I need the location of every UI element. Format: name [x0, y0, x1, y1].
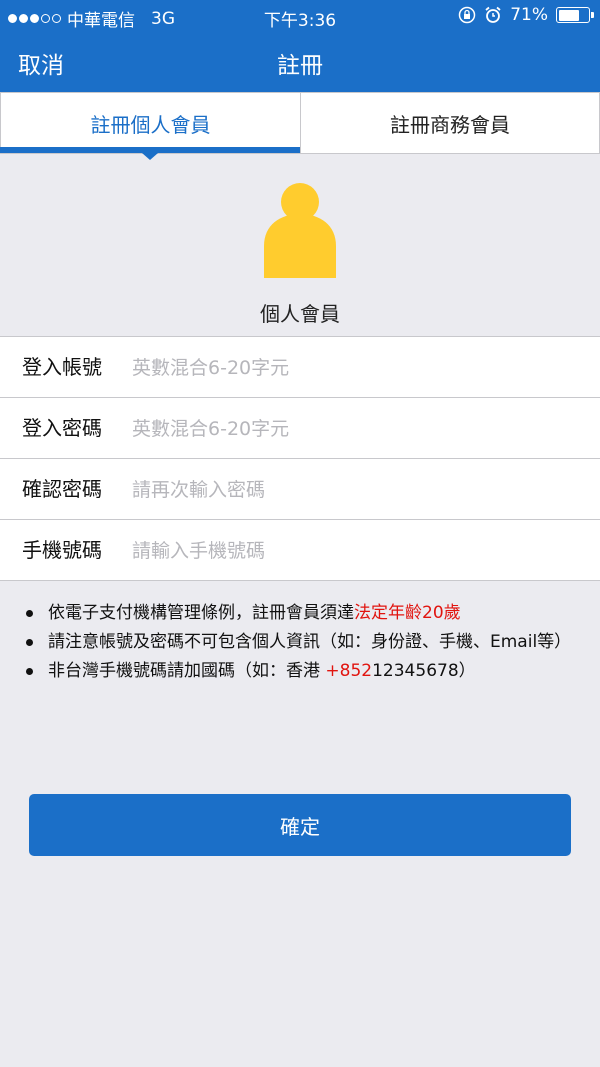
confirm-password-label: 確認密碼	[22, 477, 102, 501]
carrier-name: 中華電信	[67, 11, 135, 31]
phone-label: 手機號碼	[22, 538, 102, 562]
confirm-password-row: 確認密碼	[0, 459, 600, 520]
note-highlight: +852	[325, 661, 373, 681]
account-input[interactable]	[132, 349, 572, 387]
account-row: 登入帳號	[0, 337, 600, 398]
lock-rotation-icon	[458, 6, 476, 24]
registration-notes: 依電子支付機構管理條例，註冊會員須達法定年齡20歲 請注意帳號及密碼不可包含個人…	[22, 600, 587, 687]
status-right: 71%	[458, 5, 594, 25]
note-text: 請注意帳號及密碼不可包含個人資訊（如：身份證、手機、Email等）	[48, 632, 572, 652]
tab-personal-member[interactable]: 註冊個人會員	[0, 92, 300, 154]
app-header: 中華電信 3G 下午3:36 71% 取消 註冊	[0, 0, 600, 92]
note-highlight: 法定年齡20歲	[354, 603, 461, 623]
battery-level	[558, 9, 580, 21]
note-item: 請注意帳號及密碼不可包含個人資訊（如：身份證、手機、Email等）	[22, 629, 587, 655]
phone-input[interactable]	[132, 532, 572, 570]
confirm-button[interactable]: 確定	[29, 794, 571, 856]
battery-percent: 71%	[510, 5, 548, 25]
battery-icon	[556, 7, 594, 23]
signal-strength-icon	[8, 14, 61, 23]
note-text: 非台灣手機號碼請加國碼（如：香港	[48, 661, 326, 681]
network-type: 3G	[151, 8, 175, 29]
note-text: 依電子支付機構管理條例，註冊會員須達	[48, 603, 354, 623]
bullet-icon	[26, 639, 33, 646]
member-type-label: 個人會員	[260, 302, 340, 326]
bullet-icon	[26, 668, 33, 675]
registration-form: 登入帳號 登入密碼 確認密碼 手機號碼	[0, 336, 600, 581]
status-left: 中華電信 3G	[8, 6, 175, 31]
member-type-tabs: 註冊個人會員 註冊商務會員	[0, 92, 600, 160]
alarm-icon	[485, 6, 501, 23]
tab-business-member[interactable]: 註冊商務會員	[300, 92, 600, 154]
active-tab-pointer	[142, 153, 158, 160]
password-input[interactable]	[132, 410, 572, 448]
password-label: 登入密碼	[22, 416, 102, 440]
note-suffix: 12345678）	[372, 661, 476, 681]
note-item: 依電子支付機構管理條例，註冊會員須達法定年齡20歲	[22, 600, 587, 626]
person-icon	[264, 183, 336, 278]
cancel-button[interactable]: 取消	[18, 46, 64, 80]
phone-row: 手機號碼	[0, 520, 600, 581]
password-row: 登入密碼	[0, 398, 600, 459]
note-item: 非台灣手機號碼請加國碼（如：香港 +85212345678）	[22, 658, 587, 684]
confirm-password-input[interactable]	[132, 471, 572, 509]
page-title: 註冊	[277, 53, 323, 79]
bullet-icon	[26, 610, 33, 617]
account-label: 登入帳號	[22, 355, 102, 379]
status-bar: 中華電信 3G 下午3:36 71%	[0, 0, 600, 32]
